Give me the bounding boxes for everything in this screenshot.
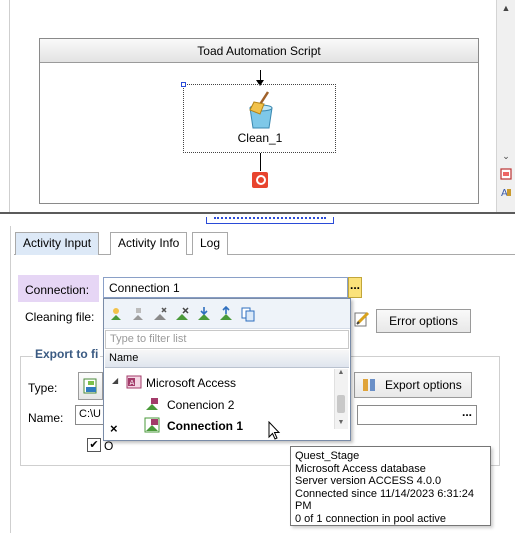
tab-log[interactable]: Log [192, 232, 229, 255]
name-label: Name: [28, 411, 64, 425]
microsoft-access-icon: A [126, 375, 142, 389]
scrollbar-thumb[interactable] [337, 395, 345, 413]
connection-select[interactable]: Connection 1 [103, 277, 348, 298]
svg-text:A: A [130, 379, 135, 387]
flow-connector [260, 153, 261, 171]
copy-connection-icon[interactable] [240, 306, 256, 322]
scroll-down-icon[interactable]: ⌄ [500, 150, 512, 162]
variables-icon[interactable]: A [500, 186, 512, 198]
edit-file-icon[interactable] [353, 310, 371, 328]
connection-dropdown[interactable]: Type to filter list Name ◢ A Microsoft A… [103, 298, 351, 441]
tab-activity-input[interactable]: Activity Input [15, 232, 100, 255]
tooltip-line: Microsoft Access database [295, 462, 426, 475]
connection-icon [146, 398, 158, 410]
type-label: Type: [28, 381, 58, 395]
cleaning-file-label: Cleaning file: [25, 310, 95, 324]
collapse-arrow-icon[interactable]: ◢ [112, 376, 118, 385]
export-settings-icon [363, 379, 375, 391]
export-connections-icon[interactable] [218, 306, 234, 322]
scroll-up-icon[interactable]: ▲ [500, 2, 512, 14]
stop-activity-icon[interactable] [252, 172, 268, 188]
connection-tooltip: Quest_Stage Microsoft Access database Se… [290, 446, 491, 526]
splitter-grip-dots [214, 217, 326, 219]
remove-connection-icon[interactable] [174, 306, 190, 322]
option-checkbox-label: O [104, 439, 114, 453]
svg-text:A: A [501, 188, 508, 198]
automation-script-container[interactable]: Toad Automation Script Clean_1 [39, 38, 479, 204]
option-checkbox[interactable]: ✔ [87, 438, 101, 452]
connection-active-icon [144, 417, 160, 433]
tooltip-line: Server version ACCESS 4.0.0 [295, 475, 442, 487]
tooltip-line: 0 of 1 connection in pool active [295, 512, 447, 525]
column-header-name[interactable]: Name [105, 350, 349, 368]
connection-item-2[interactable]: Conencion 2 [167, 398, 234, 412]
activity-label: Clean_1 [237, 131, 283, 145]
vertical-scrollbar[interactable] [496, 0, 515, 212]
connection-item-1[interactable]: Connection 1 [167, 419, 243, 433]
disconnect-icon[interactable] [152, 306, 168, 322]
name-browse-button[interactable]: ... [357, 405, 477, 425]
export-group-title: Export to fi [33, 347, 101, 361]
scroll-up-arrow-icon[interactable]: ▲ [335, 369, 347, 376]
import-connections-icon[interactable] [196, 306, 212, 322]
broom-bucket-icon[interactable] [244, 90, 278, 130]
script-title: Toad Automation Script [40, 39, 478, 63]
connection-label: Connection: [25, 283, 90, 297]
scroll-down-arrow-icon[interactable]: ▼ [335, 419, 347, 426]
dropdown-toolbar [104, 299, 350, 329]
tooltip-line: Quest_Stage [295, 450, 360, 462]
canvas-left-edge [0, 0, 10, 212]
connection-browse-button[interactable]: ... [348, 277, 362, 298]
tooltip-line: Connected since 11/14/2023 6:31:24 PM [295, 487, 474, 513]
close-dropdown-icon[interactable]: × [110, 421, 118, 436]
export-type-button[interactable] [78, 372, 103, 400]
error-options-button[interactable]: Error options [376, 309, 471, 333]
group-microsoft-access[interactable]: Microsoft Access [146, 376, 236, 390]
edit-connection-icon[interactable] [130, 306, 146, 322]
selection-handle[interactable] [181, 82, 186, 87]
tab-activity-info[interactable]: Activity Info [110, 232, 188, 255]
new-connection-icon[interactable] [108, 306, 124, 322]
csv-file-icon [83, 378, 97, 394]
dropdown-filter-input[interactable]: Type to filter list [105, 330, 349, 349]
mouse-pointer-icon [268, 421, 281, 440]
toolbox-icon[interactable] [500, 168, 512, 180]
